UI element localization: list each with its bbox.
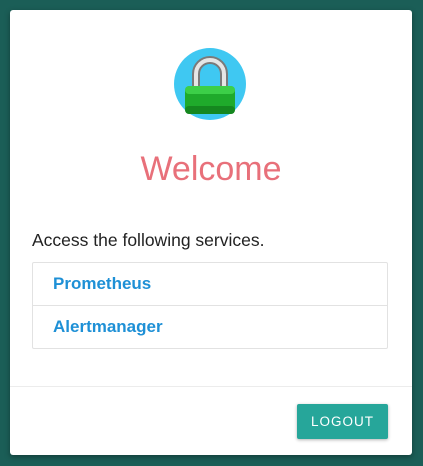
service-link-alertmanager[interactable]: Alertmanager <box>33 306 387 348</box>
page-title: Welcome <box>140 150 282 188</box>
service-link-prometheus[interactable]: Prometheus <box>33 263 387 306</box>
footer-divider <box>10 386 412 387</box>
logout-button[interactable]: LOGOUT <box>297 404 388 439</box>
service-list: Prometheus Alertmanager <box>32 262 388 349</box>
services-intro-text: Access the following services. <box>32 230 265 250</box>
padlock-icon <box>174 48 246 120</box>
login-card: Welcome Access the following services. P… <box>10 10 412 455</box>
